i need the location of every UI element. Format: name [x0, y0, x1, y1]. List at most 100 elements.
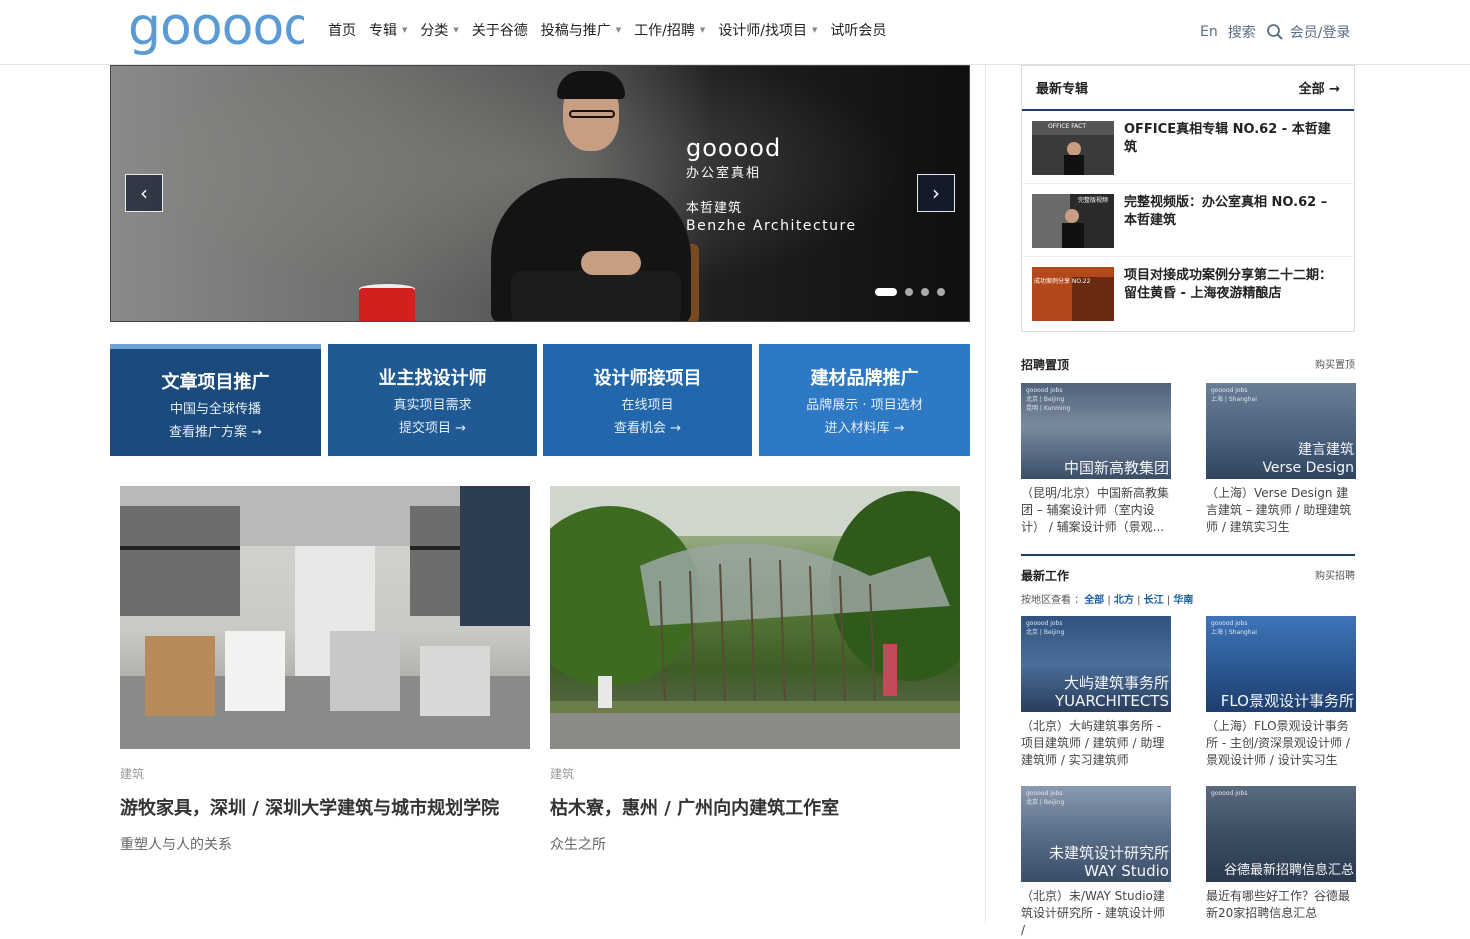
album-item[interactable]: OFFICE FACT OFFICE真相专辑 NO.62 - 本哲建筑	[1022, 111, 1354, 184]
slide-firm-cn: 本哲建筑	[686, 201, 743, 216]
promo-link[interactable]: 查看机会 →	[543, 417, 752, 436]
main-nav: 首页 专辑 ▼ 分类 ▼ 关于谷德 投稿与推广 ▼ 工作/招聘 ▼ 设计师/找项目 ▼ 试听会员	[328, 20, 899, 40]
job-card[interactable]: gooood jobs 北京 | Beijing 昆明 | Kunming 中国新高…	[1021, 383, 1171, 536]
promo-link[interactable]: 提交项目 →	[328, 417, 537, 436]
nav-item[interactable]: 分类 ▼	[420, 20, 458, 40]
slider-dot[interactable]	[921, 288, 929, 296]
region-link[interactable]: 长江	[1144, 595, 1164, 606]
promo-find-project[interactable]: 设计师接项目 在线项目 查看机会 →	[543, 344, 752, 456]
region-link[interactable]: 北方	[1114, 595, 1134, 606]
article-category[interactable]: 建筑	[120, 765, 530, 782]
job-image-tag: gooood jobs 北京 | Beijing 昆明 | Kunming	[1026, 387, 1071, 412]
nav-item[interactable]: 设计师/找项目 ▼	[718, 20, 817, 40]
promo-material-brand[interactable]: 建材品牌推广 品牌展示 · 项目选材 进入材料库 →	[759, 344, 970, 456]
nav-item[interactable]: 首页	[328, 20, 356, 40]
article-subtitle: 众生之所	[550, 837, 606, 853]
region-separator: |	[1133, 595, 1144, 606]
slide-person-cap	[557, 71, 625, 99]
job-image-title: 未建筑设计研究所 WAY Studio	[1048, 844, 1169, 880]
nav-item[interactable]: 试听会员	[830, 20, 886, 40]
article-subtitle: 重塑人与人的关系	[120, 837, 232, 853]
nav-item[interactable]: 工作/招聘 ▼	[634, 20, 705, 40]
slider-dot[interactable]	[905, 288, 913, 296]
album-title[interactable]: 完整视频版：办公室真相 NO.62 – 本哲建筑	[1124, 194, 1340, 230]
slider-prev-button[interactable]: ‹	[125, 174, 163, 212]
job-title[interactable]: 最近有哪些好工作？谷德最新20家招聘信息汇总	[1206, 888, 1356, 939]
job-card[interactable]: gooood jobs 北京 | Beijing 未建筑设计研究所 WAY Stu…	[1021, 786, 1171, 939]
search-link[interactable]: 搜索	[1228, 22, 1256, 42]
region-filter: 按地区查看 ：全部 | 北方 | 长江 | 华南	[1021, 591, 1193, 606]
article-image[interactable]	[120, 486, 530, 749]
region-link[interactable]: 全部	[1084, 595, 1104, 606]
job-card[interactable]: gooood jobs 上海 | Shanghai FLO景观设计事务所 （上海）…	[1206, 616, 1356, 769]
nav-item-label: 投稿与推广	[540, 23, 611, 39]
promo-find-designer[interactable]: 业主找设计师 真实项目需求 提交项目 →	[328, 344, 537, 456]
latest-albums-all-link[interactable]: 全部 →	[1299, 78, 1340, 97]
promo-article-promotion[interactable]: 文章项目推广 中国与全球传播 查看推广方案 →	[110, 344, 321, 456]
job-image[interactable]: gooood jobs 上海 | Shanghai FLO景观设计事务所	[1206, 616, 1356, 712]
article-category[interactable]: 建筑	[550, 765, 960, 782]
nav-item-label: 设计师/找项目	[718, 23, 807, 39]
job-image-title: FLO景观设计事务所	[1220, 692, 1354, 710]
promo-link[interactable]: 查看推广方案 →	[110, 421, 321, 440]
article-image[interactable]	[550, 486, 960, 749]
article-title[interactable]: 游牧家具，深圳 / 深圳大学建筑与城市规划学院	[120, 794, 530, 820]
job-image[interactable]: gooood jobs 上海 | Shanghai 建言建筑 Verse Desi…	[1206, 383, 1356, 479]
region-label: 按地区查看 ：	[1021, 595, 1085, 606]
album-item[interactable]: 成功案例分享 NO.22 项目对接成功案例分享第二十二期：留住黄昏 - 上海夜游…	[1022, 257, 1354, 330]
latest-albums-box: 最新专辑 全部 → OFFICE FACT OFFICE真相专辑 NO.62 -…	[1021, 65, 1355, 332]
slider-dot[interactable]	[875, 288, 897, 296]
job-image[interactable]: gooood jobs 北京 | Beijing 昆明 | Kunming 中国新高…	[1021, 383, 1171, 479]
article-image-illustration	[120, 486, 530, 749]
job-title[interactable]: （昆明/北京）中国新高教集团 – 辅案设计师（室内设计） / 辅案设计师（景观.…	[1021, 485, 1171, 536]
job-image[interactable]: gooood jobs 北京 | Beijing 未建筑设计研究所 WAY Stu…	[1021, 786, 1171, 882]
region-link[interactable]: 华南	[1173, 595, 1193, 606]
album-title[interactable]: 项目对接成功案例分享第二十二期：留住黄昏 - 上海夜游精酿店	[1124, 267, 1340, 303]
job-image-title: 中国新高教集团	[1063, 459, 1169, 477]
slider-next-button[interactable]: ›	[917, 174, 955, 212]
job-title[interactable]: （上海）FLO景观设计事务所 - 主创/资深景观设计师 / 景观设计师 / 设计…	[1206, 718, 1356, 769]
job-image-tag: gooood jobs	[1211, 790, 1248, 797]
job-card[interactable]: gooood jobs 谷德最新招聘信息汇总 最近有哪些好工作？谷德最新20家招…	[1206, 786, 1356, 939]
hero-slider[interactable]: gooood 办公室真相 本哲建筑 Benzhe Architecture ‹ …	[110, 65, 970, 322]
pinned-jobs-header: 招聘置顶 购买置顶	[1021, 356, 1355, 373]
nav-item[interactable]: 专辑 ▼	[369, 20, 407, 40]
gooood-logo[interactable]: gooood	[128, 2, 304, 60]
album-title[interactable]: OFFICE真相专辑 NO.62 - 本哲建筑	[1124, 121, 1340, 157]
promo-link[interactable]: 进入材料库 →	[759, 417, 970, 436]
album-item[interactable]: 完整版视频 完整视频版：办公室真相 NO.62 – 本哲建筑	[1022, 184, 1354, 257]
job-title[interactable]: （上海）Verse Design 建言建筑 – 建筑师 / 助理建筑师 / 建筑…	[1206, 485, 1356, 536]
album-thumbnail[interactable]: OFFICE FACT	[1032, 121, 1114, 175]
job-image[interactable]: gooood jobs 谷德最新招聘信息汇总	[1206, 786, 1356, 882]
album-thumbnail[interactable]: 完整版视频	[1032, 194, 1114, 248]
language-switch[interactable]: En	[1200, 24, 1218, 40]
job-title[interactable]: （北京）大屿建筑事务所 - 项目建筑师 / 建筑师 / 助理建筑师 / 实习建筑…	[1021, 718, 1171, 769]
buy-job-link[interactable]: 购买招聘	[1315, 567, 1355, 584]
slide-person-glasses	[569, 110, 615, 118]
job-image[interactable]: gooood jobs 北京 | Beijing 大屿建筑事务所 YUARCHIT…	[1021, 616, 1171, 712]
search-icon[interactable]	[1266, 23, 1284, 41]
job-title[interactable]: （北京）未/WAY Studio建筑设计研究所 - 建筑设计师 /	[1021, 888, 1171, 939]
nav-item[interactable]: 关于谷德	[472, 20, 528, 40]
job-card[interactable]: gooood jobs 北京 | Beijing 大屿建筑事务所 YUARCHIT…	[1021, 616, 1171, 769]
slide-mug	[359, 288, 415, 321]
nav-item-label: 首页	[328, 23, 356, 39]
slider-dot[interactable]	[937, 288, 945, 296]
caret-down-icon: ▼	[402, 26, 408, 34]
promo-line: 真实项目需求	[393, 398, 472, 413]
article-card[interactable]: 建筑 游牧家具，深圳 / 深圳大学建筑与城市规划学院 重塑人与人的关系	[120, 486, 530, 854]
slide-person-legs	[511, 271, 681, 321]
nav-item[interactable]: 投稿与推广 ▼	[541, 20, 621, 40]
job-card[interactable]: gooood jobs 上海 | Shanghai 建言建筑 Verse Desi…	[1206, 383, 1356, 536]
header-tools: En 搜索 会员/登录	[1200, 22, 1360, 42]
article-title[interactable]: 枯木寮，惠州 / 广州向内建筑工作室	[550, 794, 960, 820]
region-separator: |	[1163, 595, 1174, 606]
login-link[interactable]: 会员/登录	[1290, 22, 1351, 42]
album-thumb-text: 成功案例分享 NO.22	[1034, 277, 1091, 285]
buy-pin-link[interactable]: 购买置顶	[1315, 356, 1355, 373]
sidebar-divider	[985, 65, 986, 923]
caret-down-icon: ▼	[453, 26, 459, 34]
nav-item-label: 关于谷德	[471, 23, 528, 39]
article-card[interactable]: 建筑 枯木寮，惠州 / 广州向内建筑工作室 众生之所	[550, 486, 960, 854]
album-thumbnail[interactable]: 成功案例分享 NO.22	[1032, 267, 1114, 321]
